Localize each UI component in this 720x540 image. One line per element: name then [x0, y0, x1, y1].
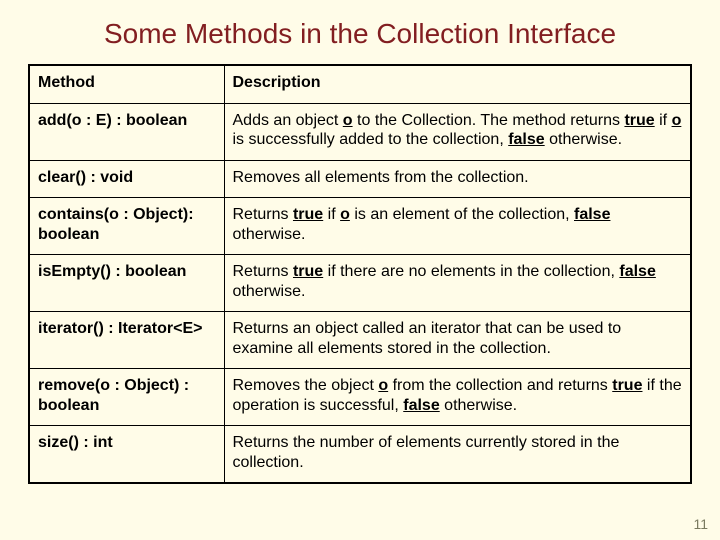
method-cell: contains(o : Object): boolean [29, 198, 224, 255]
description-cell: Returns the number of elements currently… [224, 426, 691, 484]
method-cell: iterator() : Iterator<E> [29, 312, 224, 369]
method-cell: remove(o : Object) : boolean [29, 369, 224, 426]
description-cell: Removes all elements from the collection… [224, 160, 691, 198]
description-cell: Adds an object o to the Collection. The … [224, 103, 691, 160]
slide-title: Some Methods in the Collection Interface [28, 18, 692, 50]
header-description: Description [224, 65, 691, 103]
table-header-row: Method Description [29, 65, 691, 103]
method-cell: clear() : void [29, 160, 224, 198]
slide: Some Methods in the Collection Interface… [0, 0, 720, 540]
description-cell: Returns true if o is an element of the c… [224, 198, 691, 255]
table-row: size() : intReturns the number of elemen… [29, 426, 691, 484]
methods-table: Method Description add(o : E) : booleanA… [28, 64, 692, 484]
table-body: add(o : E) : booleanAdds an object o to … [29, 103, 691, 483]
table-row: remove(o : Object) : booleanRemoves the … [29, 369, 691, 426]
table-row: contains(o : Object): booleanReturns tru… [29, 198, 691, 255]
description-cell: Returns an object called an iterator tha… [224, 312, 691, 369]
description-cell: Removes the object o from the collection… [224, 369, 691, 426]
method-cell: add(o : E) : boolean [29, 103, 224, 160]
table-row: iterator() : Iterator<E>Returns an objec… [29, 312, 691, 369]
table-row: clear() : voidRemoves all elements from … [29, 160, 691, 198]
method-cell: isEmpty() : boolean [29, 255, 224, 312]
page-number: 11 [693, 516, 708, 532]
header-method: Method [29, 65, 224, 103]
table-row: add(o : E) : booleanAdds an object o to … [29, 103, 691, 160]
description-cell: Returns true if there are no elements in… [224, 255, 691, 312]
method-cell: size() : int [29, 426, 224, 484]
table-row: isEmpty() : booleanReturns true if there… [29, 255, 691, 312]
